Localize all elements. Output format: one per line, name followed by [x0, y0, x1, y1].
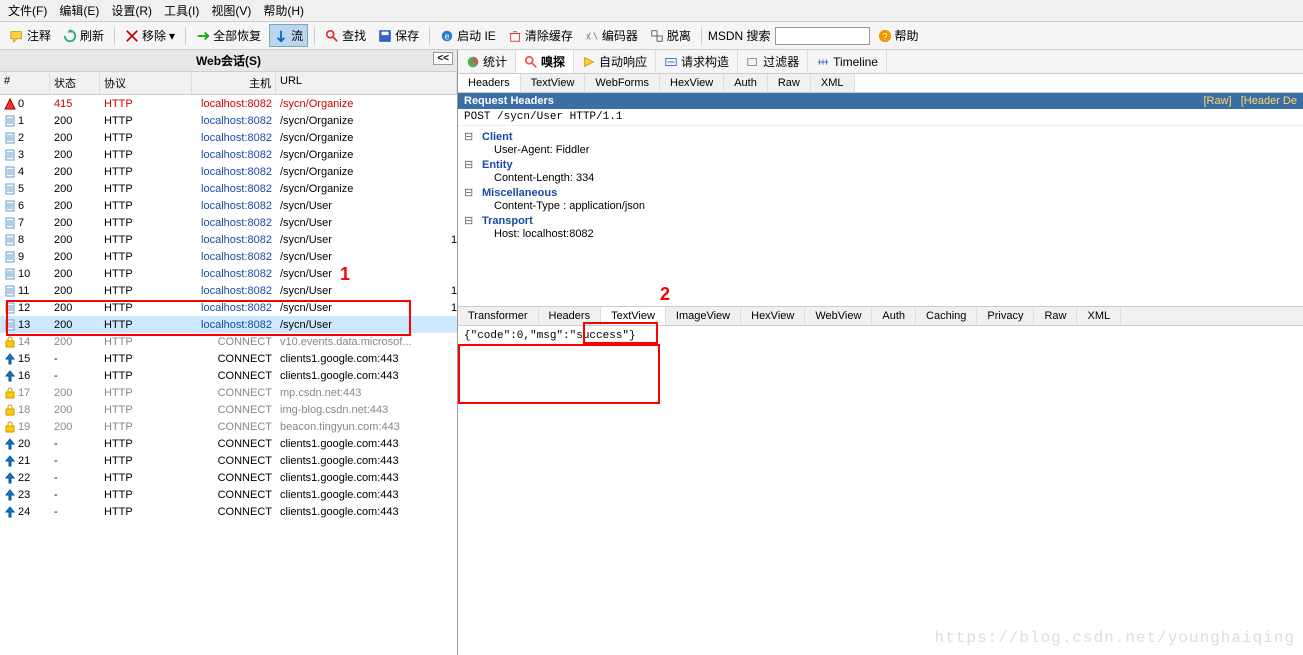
request-sub-tabs: Headers TextView WebForms HexView Auth R… [458, 74, 1303, 93]
col-id[interactable]: # [0, 72, 50, 94]
session-row[interactable]: 22-HTTPCONNECTclients1.google.com:443 [0, 469, 457, 486]
annotation-label-1: 1 [340, 264, 350, 285]
collapse-sessions-button[interactable]: << [433, 52, 453, 65]
col-status[interactable]: 状态 [50, 72, 100, 94]
menu-tools[interactable]: 工具(I) [164, 2, 199, 19]
subtab-hexview[interactable]: HexView [660, 74, 724, 92]
col-proto[interactable]: 协议 [100, 72, 192, 94]
watermark: https://blog.csdn.net/younghaiqing [935, 629, 1295, 647]
resptab-webview[interactable]: WebView [805, 307, 872, 325]
header-def-link[interactable]: [Header De [1241, 95, 1297, 107]
request-line: POST /sycn/User HTTP/1.1 [458, 109, 1303, 126]
session-row[interactable]: 5200HTTPlocalhost:8082/sycn/Organize [0, 180, 457, 197]
session-row[interactable]: 8200HTTPlocalhost:8082/sycn/User1 [0, 231, 457, 248]
tab-timeline[interactable]: Timeline [808, 50, 887, 73]
header-content-length[interactable]: Content-Length: 334 [494, 172, 1297, 184]
session-row[interactable]: 20-HTTPCONNECTclients1.google.com:443 [0, 435, 457, 452]
subtab-webforms[interactable]: WebForms [585, 74, 660, 92]
resptab-privacy[interactable]: Privacy [977, 307, 1034, 325]
session-row[interactable]: 19200HTTPCONNECTbeacon.tingyun.com:443 [0, 418, 457, 435]
subtab-headers[interactable]: Headers [458, 74, 521, 92]
clear-cache-button[interactable]: 清除缓存 [504, 25, 577, 46]
header-user-agent[interactable]: User-Agent: Fiddler [494, 144, 1297, 156]
subtab-textview[interactable]: TextView [521, 74, 586, 92]
session-row[interactable]: 13200HTTPlocalhost:8082/sycn/User [0, 316, 457, 333]
session-row[interactable]: 1200HTTPlocalhost:8082/sycn/Organize [0, 112, 457, 129]
annotation-box-2b [458, 344, 660, 404]
session-row[interactable]: 11200HTTPlocalhost:8082/sycn/User1 [0, 282, 457, 299]
session-row[interactable]: 14200HTTPCONNECTv10.events.data.microsof… [0, 333, 457, 350]
session-row[interactable]: 23-HTTPCONNECTclients1.google.com:443 [0, 486, 457, 503]
session-row[interactable]: 18200HTTPCONNECTimg-blog.csdn.net:443 [0, 401, 457, 418]
raw-link[interactable]: [Raw] [1203, 95, 1231, 107]
inspector-tabs: 统计 嗅探 自动响应 请求构造 过滤器 Timeline [458, 50, 1303, 74]
header-content-type[interactable]: Content-Type : application/json [494, 200, 1297, 212]
resptab-caching[interactable]: Caching [916, 307, 977, 325]
session-row[interactable]: 9200HTTPlocalhost:8082/sycn/User [0, 248, 457, 265]
menu-file[interactable]: 文件(F) [8, 2, 47, 19]
tab-autoresponder[interactable]: 自动响应 [574, 50, 656, 73]
restore-all-button[interactable]: 全部恢复 [192, 25, 265, 46]
session-row[interactable]: 6200HTTPlocalhost:8082/sycn/User [0, 197, 457, 214]
col-url[interactable]: URL [276, 72, 457, 94]
menu-help[interactable]: 帮助(H) [263, 2, 304, 19]
request-headers-bar: Request Headers [Raw] [Header De [458, 93, 1303, 109]
msdn-label: MSDN 搜索 [708, 27, 771, 44]
session-row[interactable]: 10200HTTPlocalhost:8082/sycn/User [0, 265, 457, 282]
menu-edit[interactable]: 编辑(E) [59, 2, 99, 19]
session-row[interactable]: 17200HTTPCONNECTmp.csdn.net:443 [0, 384, 457, 401]
session-row[interactable]: 12200HTTPlocalhost:8082/sycn/User1 [0, 299, 457, 316]
toolbar: 注释 刷新 移除 ▾ 全部恢复 流 查找 保存 e启动 IE 清除缓存 编码器 … [0, 22, 1303, 50]
session-row[interactable]: 21-HTTPCONNECTclients1.google.com:443 [0, 452, 457, 469]
subtab-raw[interactable]: Raw [768, 74, 811, 92]
resptab-auth[interactable]: Auth [872, 307, 916, 325]
resptab-transformer[interactable]: Transformer [458, 307, 539, 325]
launch-ie-button[interactable]: e启动 IE [436, 25, 500, 46]
svg-text:?: ? [882, 31, 887, 41]
tab-filters[interactable]: 过滤器 [738, 50, 808, 73]
encoder-button[interactable]: 编码器 [581, 25, 642, 46]
subtab-xml[interactable]: XML [811, 74, 855, 92]
session-row[interactable]: 7200HTTPlocalhost:8082/sycn/User [0, 214, 457, 231]
session-row[interactable]: 16-HTTPCONNECTclients1.google.com:443 [0, 367, 457, 384]
sessions-header: Web会话(S) << [0, 50, 457, 72]
sessions-columns: # 状态 协议 主机 URL [0, 72, 457, 95]
menu-view[interactable]: 视图(V) [211, 2, 251, 19]
resptab-imageview[interactable]: ImageView [666, 307, 741, 325]
menu-settings[interactable]: 设置(R) [111, 2, 152, 19]
comment-button[interactable]: 注释 [6, 25, 55, 46]
remove-button[interactable]: 移除 ▾ [121, 25, 179, 46]
help-button[interactable]: ?帮助 [874, 25, 923, 46]
annotation-box-2a [583, 322, 658, 344]
menubar: 文件(F) 编辑(E) 设置(R) 工具(I) 视图(V) 帮助(H) [0, 0, 1303, 22]
resptab-raw[interactable]: Raw [1034, 307, 1077, 325]
lookup-button[interactable]: 查找 [321, 25, 370, 46]
header-host[interactable]: Host: localhost:8082 [494, 228, 1297, 240]
sessions-pane: Web会话(S) << # 状态 协议 主机 URL 0415HTTPlocal… [0, 50, 458, 655]
session-row[interactable]: 0415HTTPlocalhost:8082/sycn/Organize [0, 95, 457, 112]
stream-button[interactable]: 流 [269, 24, 308, 47]
sessions-list[interactable]: 0415HTTPlocalhost:8082/sycn/Organize 120… [0, 95, 457, 655]
subtab-auth[interactable]: Auth [724, 74, 768, 92]
session-row[interactable]: 4200HTTPlocalhost:8082/sycn/Organize [0, 163, 457, 180]
resptab-xml[interactable]: XML [1077, 307, 1121, 325]
tab-composer[interactable]: 请求构造 [656, 50, 738, 73]
session-row[interactable]: 2200HTTPlocalhost:8082/sycn/Organize [0, 129, 457, 146]
tear-button[interactable]: 脱离 [646, 25, 695, 46]
tab-inspect[interactable]: 嗅探 [516, 50, 574, 73]
session-row[interactable]: 3200HTTPlocalhost:8082/sycn/Organize [0, 146, 457, 163]
svg-text:e: e [445, 31, 450, 41]
session-row[interactable]: 24-HTTPCONNECTclients1.google.com:443 [0, 503, 457, 520]
annotation-label-2: 2 [660, 284, 670, 305]
tab-stats[interactable]: 统计 [458, 50, 516, 73]
session-row[interactable]: 15-HTTPCONNECTclients1.google.com:443 [0, 350, 457, 367]
headers-tree: ⊟Client User-Agent: Fiddler ⊟Entity Cont… [458, 126, 1303, 246]
save-button[interactable]: 保存 [374, 25, 423, 46]
refresh-button[interactable]: 刷新 [59, 25, 108, 46]
col-host[interactable]: 主机 [192, 72, 276, 94]
msdn-search-input[interactable] [775, 27, 870, 45]
resptab-hexview[interactable]: HexView [741, 307, 805, 325]
